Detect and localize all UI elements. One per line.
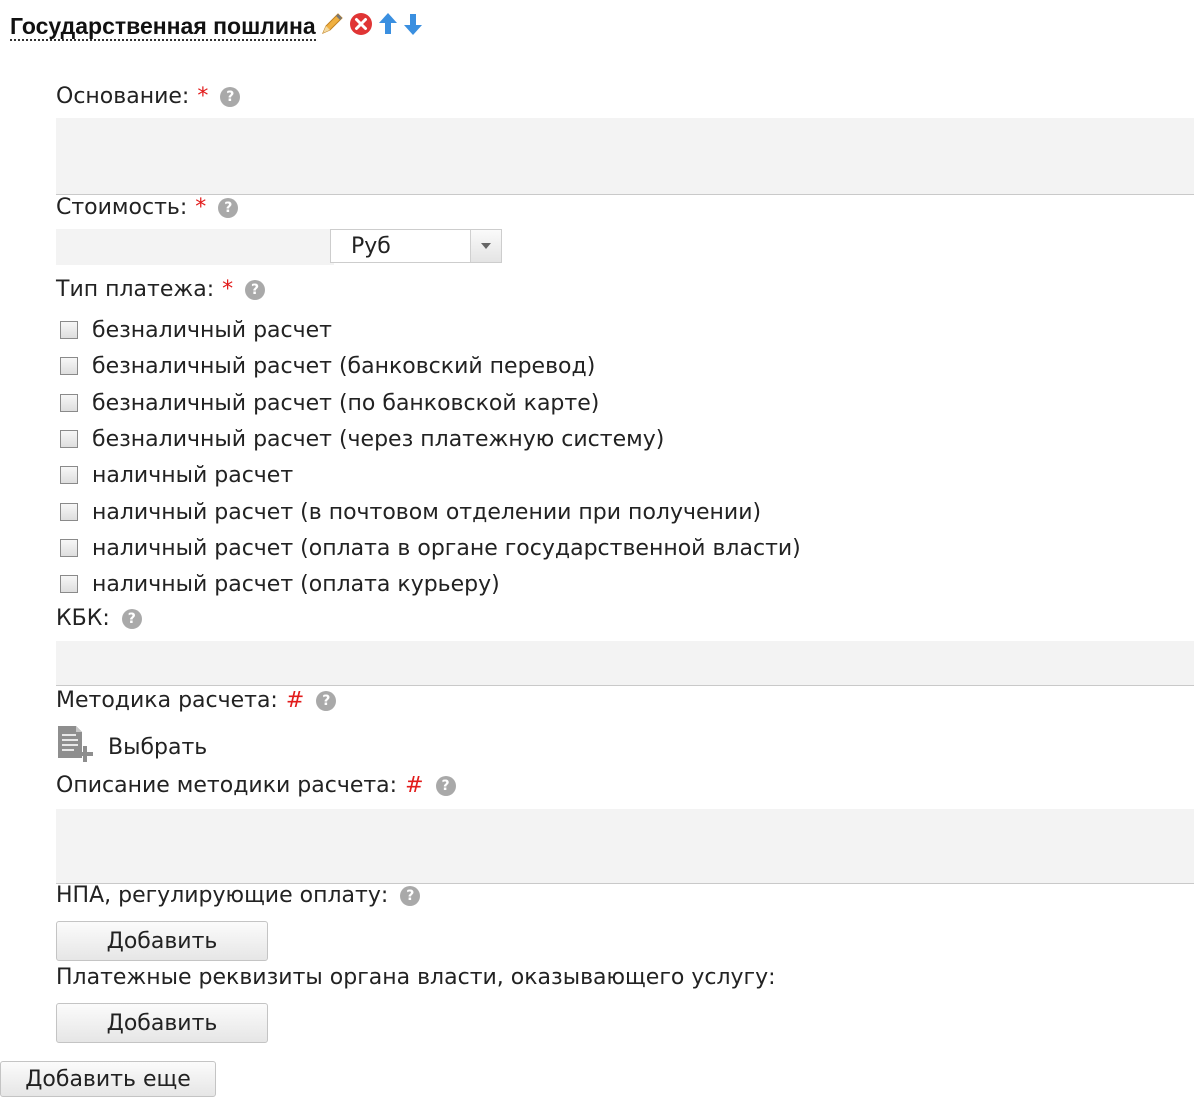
checkbox[interactable] (60, 575, 78, 593)
method-description-field[interactable] (56, 809, 1194, 884)
requisites-label: Платежные реквизиты органа власти, оказы… (56, 965, 776, 991)
kbk-label-text: КБК: (56, 606, 110, 631)
payment-option[interactable]: безналичный расчет (через платежную сист… (60, 424, 664, 454)
help-icon[interactable]: ? (121, 609, 142, 629)
cost-label-text: Стоимость: (56, 195, 188, 220)
payment-option-label: безналичный расчет (по банковской карте) (92, 390, 600, 416)
method-description-label-text: Описание методики расчета: (56, 773, 398, 798)
payment-option[interactable]: безналичный расчет (60, 315, 332, 345)
checkbox[interactable] (60, 394, 78, 412)
payment-type-label-text: Тип платежа: (56, 277, 215, 302)
payment-option[interactable]: наличный расчет (60, 460, 293, 490)
kbk-input[interactable] (56, 641, 1194, 686)
cost-input[interactable] (56, 229, 334, 265)
select-method-button[interactable]: Выбрать (56, 724, 207, 770)
required-mark: * (222, 277, 234, 302)
method-description-label: Описание методики расчета: # ? (56, 773, 456, 799)
payment-option-label: безналичный расчет (банковский перевод) (92, 353, 596, 379)
select-method-label: Выбрать (108, 734, 208, 760)
payment-option-label: наличный расчет (оплата курьеру) (92, 571, 500, 597)
checkbox[interactable] (60, 503, 78, 521)
npa-label: НПА, регулирующие оплату: ? (56, 883, 421, 909)
help-icon[interactable]: ? (400, 886, 421, 906)
required-mark: * (197, 84, 209, 109)
checkbox[interactable] (60, 466, 78, 484)
payment-type-label: Тип платежа: * ? (56, 277, 266, 303)
help-icon[interactable]: ? (435, 776, 456, 796)
conditional-mark: # (285, 688, 305, 713)
section-title[interactable]: Государственная пошлина (10, 13, 316, 41)
checkbox[interactable] (60, 357, 78, 375)
add-requisites-button[interactable]: Добавить (56, 1003, 268, 1043)
help-icon[interactable]: ? (245, 280, 266, 300)
payment-option-label: безналичный расчет (92, 317, 332, 343)
payment-option-label: наличный расчет (оплата в органе государ… (92, 535, 801, 561)
move-up-icon[interactable] (377, 11, 399, 43)
add-document-icon (56, 724, 96, 770)
payment-option[interactable]: безналичный расчет (банковский перевод) (60, 351, 595, 381)
payment-option-label: безналичный расчет (через платежную сист… (92, 426, 665, 452)
help-icon[interactable]: ? (218, 198, 239, 218)
conditional-mark: # (405, 773, 424, 798)
npa-label-text: НПА, регулирующие оплату: (56, 883, 389, 908)
method-label: Методика расчета: # ? (56, 688, 337, 714)
payment-option[interactable]: наличный расчет (оплата в органе государ… (60, 533, 801, 563)
payment-option-label: наличный расчет (92, 462, 294, 488)
currency-select[interactable]: Руб (330, 229, 502, 263)
payment-option-label: наличный расчет (в почтовом отделении пр… (92, 499, 762, 525)
checkbox[interactable] (60, 321, 78, 339)
add-npa-button[interactable]: Добавить (56, 921, 268, 961)
payment-option[interactable]: безналичный расчет (по банковской карте) (60, 388, 599, 418)
kbk-label: КБК: ? (56, 606, 142, 632)
basis-label: Основание: * ? (56, 84, 241, 110)
help-icon[interactable]: ? (220, 87, 241, 107)
cost-label: Стоимость: * ? (56, 195, 239, 221)
help-icon[interactable]: ? (316, 691, 337, 711)
edit-pencil-icon[interactable] (319, 11, 345, 43)
basis-field[interactable] (56, 118, 1194, 195)
checkbox[interactable] (60, 430, 78, 448)
method-label-text: Методика расчета: (56, 688, 278, 713)
payment-option[interactable]: наличный расчет (оплата курьеру) (60, 569, 500, 599)
checkbox[interactable] (60, 539, 78, 557)
chevron-down-icon[interactable] (470, 230, 501, 262)
add-more-button[interactable]: Добавить еще (0, 1061, 216, 1097)
basis-label-text: Основание: (56, 84, 190, 109)
currency-value: Руб (351, 233, 391, 259)
requisites-label-text: Платежные реквизиты органа власти, оказы… (56, 965, 776, 990)
section-header: Государственная пошлина (10, 12, 424, 42)
move-down-icon[interactable] (402, 11, 424, 43)
payment-option[interactable]: наличный расчет (в почтовом отделении пр… (60, 497, 761, 527)
delete-icon[interactable] (348, 11, 374, 43)
required-mark: * (195, 195, 207, 220)
